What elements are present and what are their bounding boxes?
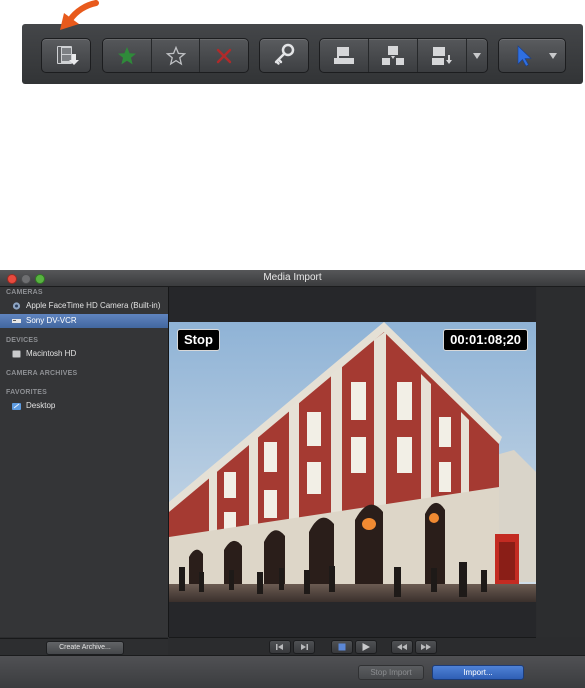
favorite-button[interactable]: [103, 39, 152, 72]
sidebar-item-facetime-camera[interactable]: Apple FaceTime HD Camera (Built-in): [0, 299, 168, 313]
video-preview: Stop 00:01:08;20: [169, 322, 536, 602]
sidebar: CAMERAS Apple FaceTime HD Camera (Built-…: [0, 287, 169, 637]
camera-icon: [12, 302, 21, 310]
fast-forward-icon: [421, 644, 431, 650]
next-frame-icon: [301, 644, 308, 650]
green-star-icon: [117, 46, 136, 64]
chevron-down-icon: [549, 53, 557, 59]
sidebar-item-label: Desktop: [26, 401, 56, 410]
cameras-heading: CAMERAS: [6, 289, 43, 296]
outline-star-icon: [165, 45, 186, 65]
stop-icon: [338, 643, 346, 651]
previous-frame-button[interactable]: [269, 640, 291, 654]
sidebar-item-sony-dv-vcr[interactable]: Sony DV-VCR: [0, 314, 168, 328]
rewind-icon: [397, 644, 407, 650]
edit-options-button[interactable]: [467, 39, 487, 72]
sidebar-item-macintosh-hd[interactable]: Macintosh HD: [0, 347, 168, 361]
building-photo: [169, 322, 536, 602]
desktop-folder-icon: [12, 403, 21, 410]
play-icon: [362, 643, 370, 651]
previous-frame-icon: [276, 644, 283, 650]
unrate-button[interactable]: [152, 39, 201, 72]
insert-icon: [382, 45, 404, 65]
callout-arrow-icon: [60, 0, 99, 30]
sidebar-item-desktop[interactable]: Desktop: [0, 399, 168, 413]
sidebar-footer: Create Archive...: [0, 638, 168, 655]
stop-import-button[interactable]: Stop Import: [358, 665, 424, 680]
append-icon: [432, 46, 452, 65]
title-bar: Media Import: [0, 270, 585, 287]
right-panel: [537, 287, 585, 637]
camera-archives-heading: CAMERA ARCHIVES: [6, 370, 78, 377]
select-tool-button[interactable]: [498, 38, 566, 73]
transport-controls: [169, 637, 536, 655]
connect-icon: [334, 46, 354, 64]
favorites-heading: FAVORITES: [6, 389, 47, 396]
preview-bottom-bar: [169, 602, 536, 637]
insert-clip-button[interactable]: [369, 39, 418, 72]
devices-heading: DEVICES: [6, 337, 39, 344]
hard-drive-icon: [12, 350, 21, 358]
toolbar: [22, 24, 583, 84]
next-frame-button[interactable]: [293, 640, 315, 654]
film-import-icon: [57, 46, 79, 65]
key-icon: [274, 43, 295, 65]
append-clip-button[interactable]: [418, 39, 467, 72]
keyword-button[interactable]: [259, 38, 309, 73]
preview-top-bar: [169, 287, 536, 322]
reject-button[interactable]: [200, 39, 248, 72]
chevron-down-icon: [473, 52, 481, 59]
sidebar-item-label: Macintosh HD: [26, 349, 77, 358]
arrow-pointer-icon: [517, 45, 532, 67]
sidebar-item-label: Apple FaceTime HD Camera (Built-in): [26, 301, 161, 310]
window-title: Media Import: [263, 272, 322, 283]
timecode-display: 00:01:08;20: [443, 329, 528, 351]
stop-button[interactable]: [331, 640, 353, 654]
bottom-bar: Stop Import Import...: [0, 655, 585, 688]
fast-forward-button[interactable]: [415, 640, 437, 654]
create-archive-button[interactable]: Create Archive...: [46, 641, 124, 655]
play-button[interactable]: [355, 640, 377, 654]
rating-button-group: [102, 38, 249, 73]
edit-button-group: [319, 38, 488, 73]
connect-clip-button[interactable]: [320, 39, 369, 72]
status-badge: Stop: [177, 329, 220, 351]
vcr-icon: [12, 319, 21, 323]
import-button[interactable]: Import...: [432, 665, 524, 680]
red-x-icon: [216, 48, 232, 63]
rewind-button[interactable]: [391, 640, 413, 654]
media-import-window: Media Import CAMERAS Apple FaceTime HD C…: [0, 270, 585, 688]
sidebar-item-label: Sony DV-VCR: [26, 316, 77, 325]
import-media-button[interactable]: [41, 38, 91, 73]
